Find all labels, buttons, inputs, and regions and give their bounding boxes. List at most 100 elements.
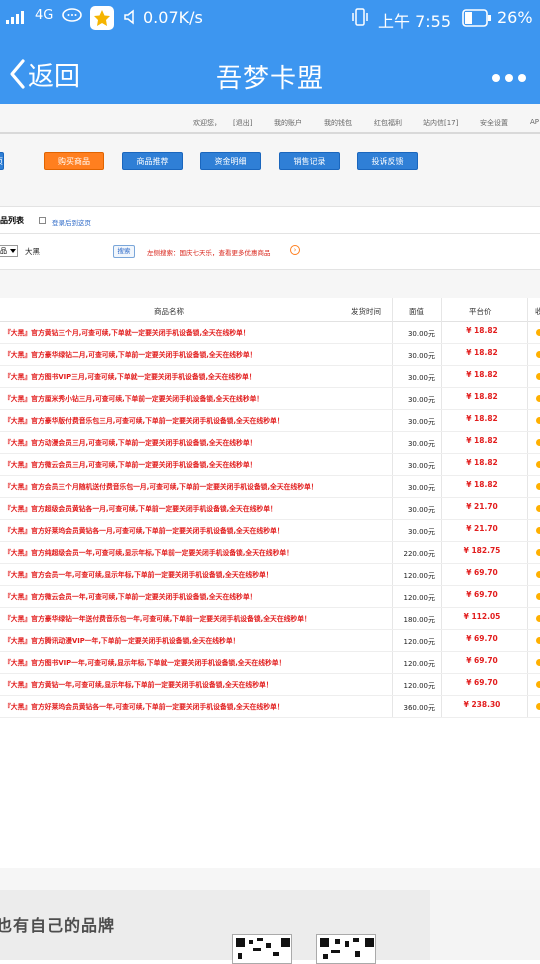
goods-table: 商品名称 发货时间 面值 平台价 收 『大黑』官方黄钻三个月,可查可续,下单就一… bbox=[0, 298, 540, 868]
table-row[interactable]: 『大黑』官方动漫会员三月,可查可续,下单前一定要关闭手机设备锁,全天在线秒单！ 3… bbox=[0, 432, 540, 454]
chevron-down-icon bbox=[10, 249, 16, 253]
col-collect: 收 bbox=[535, 307, 540, 316]
logout-link[interactable]: [退出] bbox=[233, 118, 252, 128]
col-price: 平台价 bbox=[469, 307, 492, 316]
product-name-link[interactable]: 『大黑』官方腾讯动漫VIP一年,下单前一定要关闭手机设备锁,全天在线秒单！ bbox=[4, 635, 239, 645]
table-row[interactable]: 『大黑』官方豪华绿钻二月,可查可续,下单前一定要关闭手机设备锁,全天在线秒单！ 3… bbox=[0, 344, 540, 366]
list-header: 品列表 登录后到这页 bbox=[0, 206, 540, 234]
page-title: 吾梦卡盟 bbox=[215, 64, 324, 94]
table-row[interactable]: 『大黑』官方黄钻一年,可查可续,显示年标,下单前一定要关闭手机设备锁,全天在线秒… bbox=[0, 674, 540, 696]
product-name-link[interactable]: 『大黑』官方好莱坞会员黄钻各一月,可查可续,下单前一定要关闭手机设备锁,全天在线… bbox=[4, 525, 284, 535]
face-value: 30.00元 bbox=[407, 528, 435, 536]
table-row[interactable]: 『大黑』官方好莱坞会员黄钻各一年,可查可续,下单前一定要关闭手机设备锁,全天在线… bbox=[0, 696, 540, 718]
favorite-icon[interactable] bbox=[536, 549, 540, 556]
search-button[interactable]: 搜索 bbox=[113, 245, 135, 258]
favorite-icon[interactable] bbox=[536, 703, 540, 710]
table-row[interactable]: 『大黑』官方图书VIP三月,可查可续,下单就一定要关闭手机设备锁,全天在线秒单！… bbox=[0, 366, 540, 388]
product-name-link[interactable]: 『大黑』官方会员三个月随机送付费音乐包一月,可查可续,下单前一定要关闭手机设备锁… bbox=[4, 481, 318, 491]
favorite-icon[interactable] bbox=[536, 659, 540, 666]
table-row[interactable]: 『大黑』官方微云会员三月,可查可续,下单前一定要关闭手机设备锁,全天在线秒单！ 3… bbox=[0, 454, 540, 476]
more-menu-icon[interactable] bbox=[492, 74, 526, 82]
table-row[interactable]: 『大黑』官方超级会员黄钻各一月,可查可续,下单前一定要关闭手机设备锁,全天在线秒… bbox=[0, 498, 540, 520]
product-name-link[interactable]: 『大黑』官方微云会员三月,可查可续,下单前一定要关闭手机设备锁,全天在线秒单！ bbox=[4, 459, 256, 469]
nav-bar: 返回 吾梦卡盟 bbox=[0, 44, 540, 104]
product-name-link[interactable]: 『大黑』官方超级会员黄钻各一月,可查可续,下单前一定要关闭手机设备锁,全天在线秒… bbox=[4, 503, 277, 513]
table-row[interactable]: 『大黑』官方会员三个月随机送付费音乐包一月,可查可续,下单前一定要关闭手机设备锁… bbox=[0, 476, 540, 498]
favorite-icon[interactable] bbox=[536, 351, 540, 358]
favorite-icon[interactable] bbox=[536, 483, 540, 490]
security-settings-link[interactable]: 安全设置 bbox=[480, 118, 508, 128]
table-row[interactable]: 『大黑』官方豪华版付费音乐包三月,可查可续,下单前一定要关闭手机设备锁,全天在线… bbox=[0, 410, 540, 432]
face-value: 120.00元 bbox=[403, 682, 436, 690]
platform-price: ¥ 18.82 bbox=[466, 392, 498, 401]
favorite-icon[interactable] bbox=[536, 637, 540, 644]
face-value: 30.00元 bbox=[407, 484, 435, 492]
product-name-link[interactable]: 『大黑』官方图书VIP三月,可查可续,下单就一定要关闭手机设备锁,全天在线秒单！ bbox=[4, 371, 256, 381]
table-row[interactable]: 『大黑』官方黄钻三个月,可查可续,下单就一定要关闭手机设备锁,全天在线秒单！ 30… bbox=[0, 322, 540, 344]
status-bar: 4G 0.07K/s 上午 7:55 26% bbox=[0, 0, 540, 36]
product-name-link[interactable]: 『大黑』官方豪华版付费音乐包三月,可查可续,下单前一定要关闭手机设备锁,全天在线… bbox=[4, 415, 284, 425]
fund-details-button[interactable]: 资金明细 bbox=[200, 152, 261, 170]
keyword-input[interactable]: 大黑 bbox=[25, 246, 40, 257]
arrow-right-circle-icon[interactable]: › bbox=[290, 245, 300, 255]
remember-checkbox[interactable] bbox=[39, 217, 46, 224]
product-name-link[interactable]: 『大黑』官方纯超级会员一年,可查可续,显示年标,下单前一定要关闭手机设备锁,全天… bbox=[4, 547, 293, 557]
product-name-link[interactable]: 『大黑』官方豪华绿钻二月,可查可续,下单前一定要关闭手机设备锁,全天在线秒单！ bbox=[4, 349, 256, 359]
face-value: 220.00元 bbox=[403, 550, 436, 558]
favorite-icon[interactable] bbox=[536, 571, 540, 578]
complaint-button[interactable]: 投诉反馈 bbox=[357, 152, 418, 170]
table-row[interactable]: 『大黑』官方纯超级会员一年,可查可续,显示年标,下单前一定要关闭手机设备锁,全天… bbox=[0, 542, 540, 564]
table-row[interactable]: 『大黑』官方好莱坞会员黄钻各一月,可查可续,下单前一定要关闭手机设备锁,全天在线… bbox=[0, 520, 540, 542]
sales-record-button[interactable]: 销售记录 bbox=[279, 152, 340, 170]
product-name-link[interactable]: 『大黑』官方豪华绿钻一年送付费音乐包一年,可查可续,下单前一定要关闭手机设备锁,… bbox=[4, 613, 311, 623]
table-row[interactable]: 『大黑』官方会员一年,可查可续,显示年标,下单前一定要关闭手机设备锁,全天在线秒… bbox=[0, 564, 540, 586]
remember-page-link[interactable]: 登录后到这页 bbox=[52, 217, 91, 227]
product-name-link[interactable]: 『大黑』官方黄钻一年,可查可续,显示年标,下单前一定要关闭手机设备锁,全天在线秒… bbox=[4, 679, 273, 689]
product-name-link[interactable]: 『大黑』官方厘米秀小钻三月,可查可续,下单前一定要关闭手机设备锁,全天在线秒单！ bbox=[4, 393, 263, 403]
search-bar: 品 大黑 搜索 左侧搜索：国庆七天乐，查看更多优惠商品 › bbox=[0, 234, 540, 270]
platform-price: ¥ 21.70 bbox=[466, 524, 498, 533]
network-speed: 0.07K/s bbox=[143, 8, 203, 27]
platform-price: ¥ 18.82 bbox=[466, 326, 498, 335]
favorite-icon[interactable] bbox=[536, 373, 540, 380]
face-value: 30.00元 bbox=[407, 374, 435, 382]
buy-goods-button[interactable]: 购买商品 bbox=[44, 152, 104, 170]
product-name-link[interactable]: 『大黑』官方图书VIP一年,可查可续,显示年标,下单就一定要关闭手机设备锁,全天… bbox=[4, 657, 285, 667]
favorite-icon[interactable] bbox=[536, 439, 540, 446]
promo-tip-link[interactable]: 左侧搜索：国庆七天乐，查看更多优惠商品 bbox=[147, 247, 271, 257]
red-packet-link[interactable]: 红包福利 bbox=[374, 118, 402, 128]
top-app-bar: 4G 0.07K/s 上午 7:55 26% 返回 吾梦卡盟 bbox=[0, 0, 540, 104]
favorite-icon[interactable] bbox=[536, 329, 540, 336]
favorite-icon[interactable] bbox=[536, 615, 540, 622]
favorite-icon[interactable] bbox=[536, 527, 540, 534]
api-link[interactable]: AP bbox=[530, 118, 539, 126]
face-value: 120.00元 bbox=[403, 660, 436, 668]
favorite-icon[interactable] bbox=[536, 681, 540, 688]
favorite-icon[interactable] bbox=[536, 505, 540, 512]
table-row[interactable]: 『大黑』官方厘米秀小钻三月,可查可续,下单前一定要关闭手机设备锁,全天在线秒单！… bbox=[0, 388, 540, 410]
favorite-icon[interactable] bbox=[536, 395, 540, 402]
home-button[interactable]: 页 bbox=[0, 152, 4, 170]
table-row[interactable]: 『大黑』官方图书VIP一年,可查可续,显示年标,下单就一定要关闭手机设备锁,全天… bbox=[0, 652, 540, 674]
product-name-link[interactable]: 『大黑』官方黄钻三个月,可查可续,下单就一定要关闭手机设备锁,全天在线秒单！ bbox=[4, 327, 250, 337]
product-name-link[interactable]: 『大黑』官方微云会员一年,可查可续,下单前一定要关闭手机设备锁,全天在线秒单！ bbox=[4, 591, 256, 601]
recommended-button[interactable]: 商品推荐 bbox=[122, 152, 183, 170]
product-name-link[interactable]: 『大黑』官方好莱坞会员黄钻各一年,可查可续,下单前一定要关闭手机设备锁,全天在线… bbox=[4, 701, 284, 711]
category-select[interactable]: 品 bbox=[0, 245, 18, 257]
face-value: 120.00元 bbox=[403, 594, 436, 602]
favorite-icon[interactable] bbox=[536, 461, 540, 468]
my-account-link[interactable]: 我的账户 bbox=[274, 118, 302, 128]
product-name-link[interactable]: 『大黑』官方动漫会员三月,可查可续,下单前一定要关闭手机设备锁,全天在线秒单！ bbox=[4, 437, 256, 447]
platform-price: ¥ 238.30 bbox=[463, 700, 501, 709]
favorite-icon[interactable] bbox=[536, 593, 540, 600]
table-row[interactable]: 『大黑』官方腾讯动漫VIP一年,下单前一定要关闭手机设备锁,全天在线秒单！ 120… bbox=[0, 630, 540, 652]
mute-speaker-icon bbox=[122, 8, 140, 30]
table-row[interactable]: 『大黑』官方微云会员一年,可查可续,下单前一定要关闭手机设备锁,全天在线秒单！ 1… bbox=[0, 586, 540, 608]
messages-link[interactable]: 站内信[17] bbox=[423, 118, 458, 128]
favorite-icon[interactable] bbox=[536, 417, 540, 424]
battery-level: 26% bbox=[497, 8, 533, 27]
face-value: 30.00元 bbox=[407, 330, 435, 338]
product-name-link[interactable]: 『大黑』官方会员一年,可查可续,显示年标,下单前一定要关闭手机设备锁,全天在线秒… bbox=[4, 569, 273, 579]
my-wallet-link[interactable]: 我的钱包 bbox=[324, 118, 352, 128]
table-row[interactable]: 『大黑』官方豪华绿钻一年送付费音乐包一年,可查可续,下单前一定要关闭手机设备锁,… bbox=[0, 608, 540, 630]
